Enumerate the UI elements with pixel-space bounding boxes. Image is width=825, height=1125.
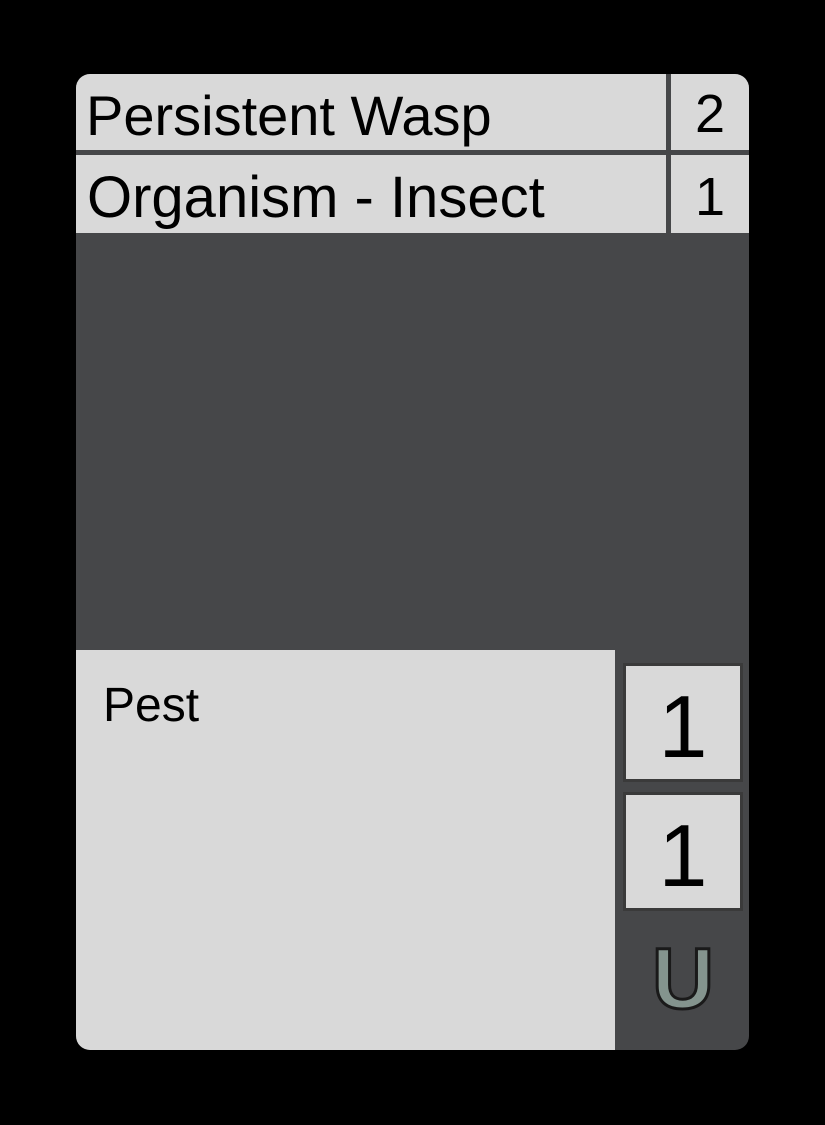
card-type-line: Organism - Insect — [76, 155, 666, 233]
card-attack-stat: 1 — [623, 663, 743, 782]
card-ability-text: Pest — [103, 679, 200, 732]
card-cost: 2 — [671, 74, 749, 150]
rarity-icon: U — [650, 929, 715, 1028]
card-text-box: Pest — [76, 650, 615, 1050]
game-card[interactable]: Persistent Wasp 2 Organism - Insect 1 Pe… — [76, 74, 749, 1050]
card-name: Persistent Wasp — [76, 74, 666, 150]
card-health-stat: 1 — [623, 792, 743, 911]
card-level: 1 — [671, 155, 749, 233]
